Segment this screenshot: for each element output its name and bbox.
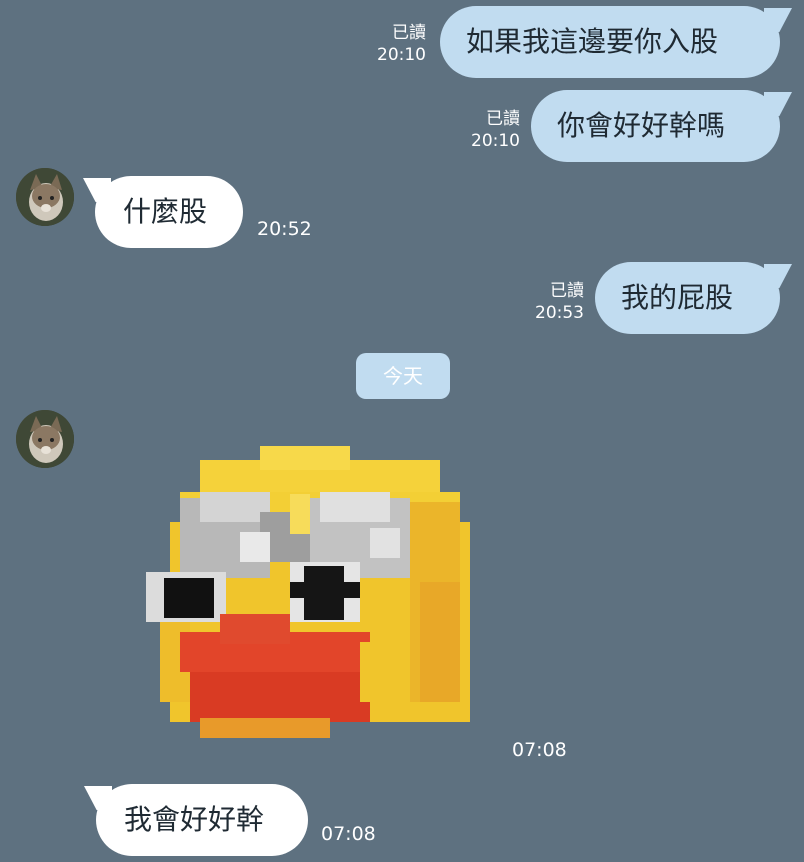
contact-avatar[interactable]: [16, 410, 74, 468]
cat-photo-icon: [16, 168, 74, 226]
message-text: 什麼股: [123, 195, 208, 228]
read-receipt: 已讀: [486, 109, 520, 129]
timestamp: 07:08: [321, 823, 376, 845]
pixel-duck-face-sticker[interactable]: [140, 432, 470, 752]
message-status: 已讀 20:10: [456, 108, 520, 152]
read-receipt: 已讀: [392, 23, 426, 43]
message-text: 我的屁股: [621, 281, 734, 314]
timestamp: 20:10: [471, 131, 520, 151]
cat-photo-icon: [16, 410, 74, 468]
date-separator: 今天: [356, 353, 450, 399]
message-bubble-incoming[interactable]: 我會好好幹: [96, 784, 308, 856]
message-bubble-outgoing[interactable]: 如果我這邊要你入股: [440, 6, 780, 78]
timestamp: 20:10: [377, 45, 426, 65]
message-text: 你會好好幹嗎: [557, 109, 726, 142]
timestamp: 20:52: [257, 218, 312, 240]
contact-avatar[interactable]: [16, 168, 74, 226]
timestamp: 07:08: [512, 739, 567, 761]
message-status: 已讀 20:53: [520, 280, 584, 324]
message-text: 如果我這邊要你入股: [466, 25, 719, 58]
message-bubble-outgoing[interactable]: 你會好好幹嗎: [531, 90, 780, 162]
read-receipt: 已讀: [550, 281, 584, 301]
message-status: 已讀 20:10: [362, 22, 426, 66]
message-bubble-outgoing[interactable]: 我的屁股: [595, 262, 780, 334]
message-bubble-incoming[interactable]: 什麼股: [95, 176, 243, 248]
message-text: 我會好好幹: [124, 803, 265, 836]
timestamp: 20:53: [535, 303, 584, 323]
